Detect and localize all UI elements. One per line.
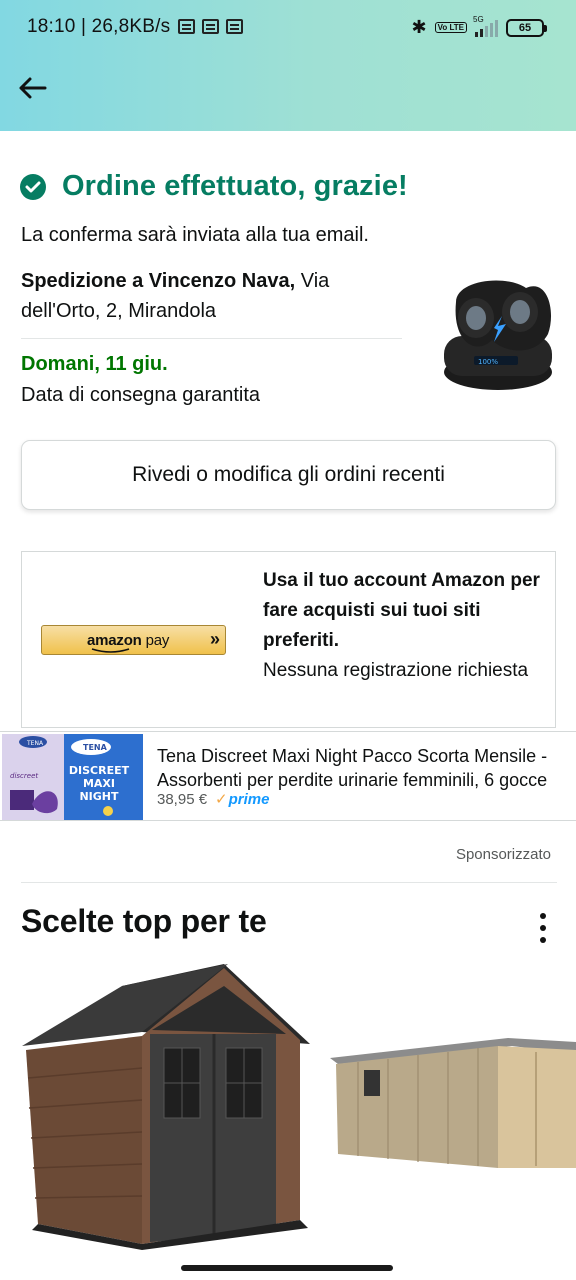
signal-label: 5G xyxy=(473,14,484,24)
notification-icons xyxy=(178,19,243,34)
more-options-button[interactable] xyxy=(532,910,554,946)
calendar-icon xyxy=(202,19,219,34)
svg-text:100%: 100% xyxy=(478,358,498,366)
ad-price-row: 38,95 € ✓ prime xyxy=(157,790,270,809)
amazon-pay-logo-amazon: amazon xyxy=(87,631,142,649)
svg-text:TENA: TENA xyxy=(26,740,44,747)
status-bar: 18:10 | 26,8KB/s ✱ Vo LTE 5G 65 xyxy=(0,0,576,56)
product-card-shed-dark[interactable] xyxy=(18,958,318,1250)
ad-product-line: NIGHT xyxy=(79,790,119,803)
sponsored-label: Sponsorizzato xyxy=(455,846,551,863)
chevron-right-icon: » xyxy=(209,629,220,649)
amazon-smile-icon xyxy=(91,647,130,653)
amazon-pay-text: Usa il tuo account Amazon per fare acqui… xyxy=(263,566,548,686)
amazon-pay-button[interactable]: amazon pay » xyxy=(41,625,226,655)
delivery-date: Domani, 11 giu. xyxy=(21,353,168,375)
review-orders-button[interactable]: Rivedi o modifica gli ordini recenti xyxy=(21,440,556,510)
ad-price: 38,95 € xyxy=(157,790,208,808)
amazon-pay-logo-pay: pay xyxy=(145,631,170,649)
prime-label: prime xyxy=(228,790,270,808)
top-picks-title: Scelte top per te xyxy=(21,903,267,939)
ad-product-line: DISCREET xyxy=(69,764,130,777)
battery-icon: 65 xyxy=(506,18,547,37)
arrow-left-icon xyxy=(19,77,47,99)
shipping-address: Spedizione a Vincenzo Nava, Via dell'Ort… xyxy=(21,266,401,326)
app-header: 18:10 | 26,8KB/s ✱ Vo LTE 5G 65 xyxy=(0,0,576,131)
ad-product-line: MAXI xyxy=(83,777,115,790)
sponsored-ad-banner[interactable]: TENA discreet TENA DISCREET MAXI NIGHT T… xyxy=(0,731,576,821)
order-confirmation-heading: Ordine effettuato, grazie! xyxy=(20,170,408,203)
ad-brand: TENA xyxy=(83,743,108,752)
more-vertical-icon xyxy=(540,913,546,919)
confirmation-subtitle: La conferma sarà inviata alla tua email. xyxy=(21,224,369,246)
prime-badge: ✓ prime xyxy=(215,790,270,809)
ad-product-image: TENA discreet TENA DISCREET MAXI NIGHT xyxy=(2,734,143,820)
product-thumbnail-earbuds[interactable]: 100% xyxy=(436,272,558,396)
amazon-pay-logo: amazon pay xyxy=(87,631,170,653)
divider xyxy=(21,882,557,883)
amazon-pay-headline: Usa il tuo account Amazon per fare acqui… xyxy=(263,570,540,651)
check-circle-icon xyxy=(20,173,46,200)
amazon-pay-promo[interactable]: amazon pay » Usa il tuo account Amazon p… xyxy=(21,551,556,728)
delivery-note: Data di consegna garantita xyxy=(21,384,261,406)
system-status-icons: ✱ Vo LTE 5G 65 xyxy=(411,15,547,38)
ad-title[interactable]: Tena Discreet Maxi Night Pacco Scorta Me… xyxy=(157,744,562,792)
bluetooth-icon: ✱ xyxy=(411,17,427,38)
battery-level: 65 xyxy=(518,21,532,34)
svg-text:discreet: discreet xyxy=(10,772,38,780)
amazon-pay-subtext: Nessuna registrazione richiesta xyxy=(263,660,529,681)
notification-icon xyxy=(178,19,195,34)
home-indicator[interactable] xyxy=(181,1265,393,1271)
divider xyxy=(21,338,402,339)
prime-check-icon: ✓ xyxy=(215,791,228,808)
volte-icon: Vo LTE xyxy=(434,22,467,33)
ship-to-name: Spedizione a Vincenzo Nava, xyxy=(21,270,296,292)
back-button[interactable] xyxy=(14,70,50,106)
signal-icon: 5G xyxy=(473,15,498,37)
product-card-shed-wood[interactable] xyxy=(328,1028,576,1178)
confirmation-title: Ordine effettuato, grazie! xyxy=(62,170,408,202)
calendar-icon xyxy=(226,19,243,34)
status-time: 18:10 | 26,8KB/s xyxy=(27,16,171,37)
